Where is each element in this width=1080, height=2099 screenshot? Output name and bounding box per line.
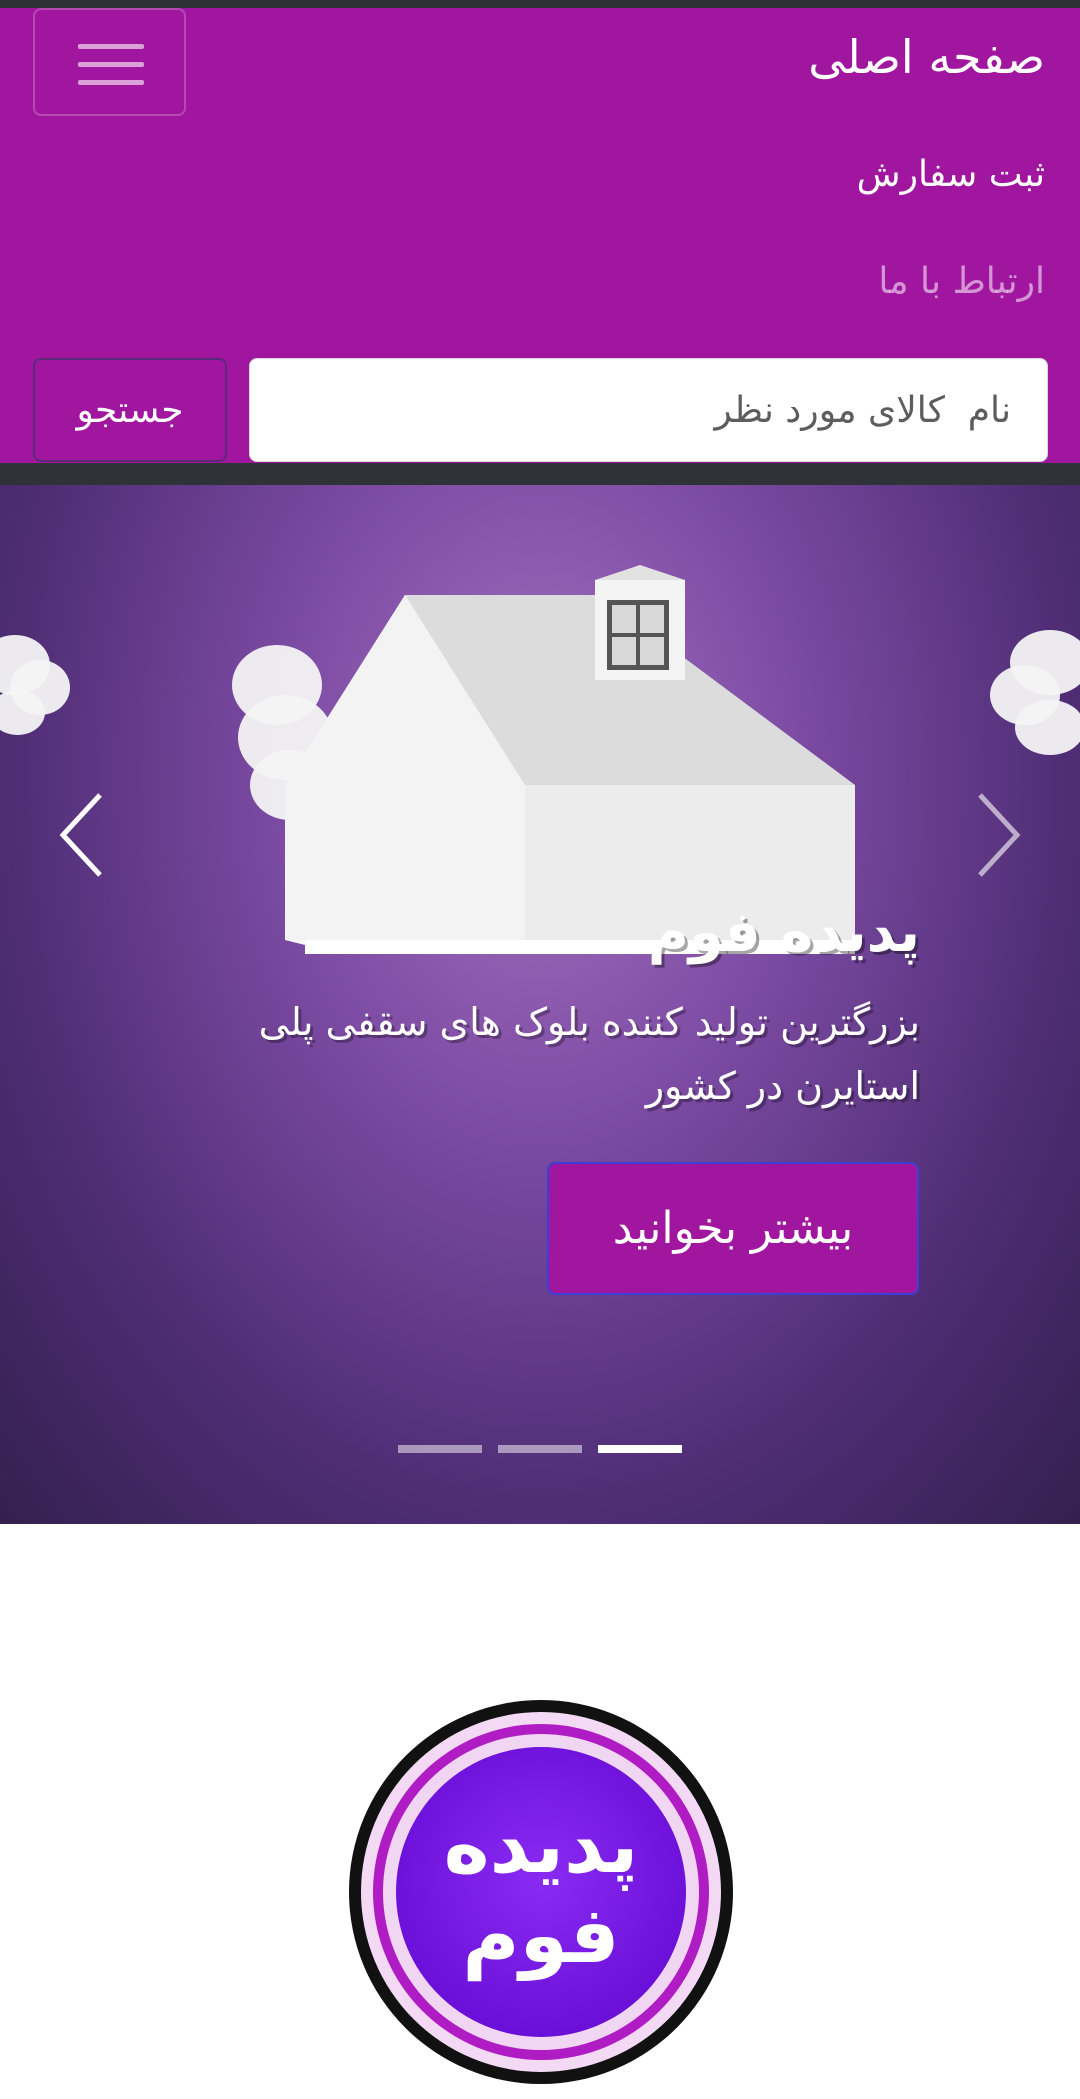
search-input[interactable]: [249, 358, 1048, 462]
indicator-2[interactable]: [498, 1445, 582, 1453]
nav-contact-link[interactable]: ارتباط با ما: [878, 261, 1045, 302]
read-more-button[interactable]: بیشتر بخوانید: [547, 1162, 919, 1295]
indicator-1[interactable]: [398, 1445, 482, 1453]
status-strip: [0, 0, 1080, 8]
navbar-divider: [0, 463, 1080, 485]
company-logo: پدیده فوم: [349, 1700, 733, 2084]
nav-home-link[interactable]: صفحه اصلی: [808, 30, 1045, 84]
hamburger-icon-bar: [78, 80, 144, 85]
indicator-3[interactable]: [598, 1445, 682, 1453]
search-button[interactable]: جستجو: [33, 358, 227, 462]
menu-toggle-button[interactable]: [33, 8, 186, 116]
logo-text-line2: فوم: [462, 1891, 619, 1981]
carousel-indicators: [398, 1445, 682, 1453]
logo-text-line1: پدیده: [444, 1801, 639, 1891]
slide-title: پدیده فوم: [647, 900, 920, 965]
chevron-right-icon[interactable]: [965, 785, 1025, 885]
hero-carousel: پدیده فوم بزرگترین تولید کننده بلوک های …: [0, 485, 1080, 1524]
slide-description: بزرگترین تولید کننده بلوک های سقفی پلی ا…: [258, 1000, 920, 1108]
chevron-left-icon[interactable]: [55, 785, 115, 885]
hamburger-icon: [78, 44, 144, 49]
navbar: صفحه اصلی ثبت سفارش ارتباط با ما جستجو: [0, 8, 1080, 463]
hamburger-icon-bar: [78, 62, 144, 67]
nav-order-link[interactable]: ثبت سفارش: [857, 154, 1045, 195]
